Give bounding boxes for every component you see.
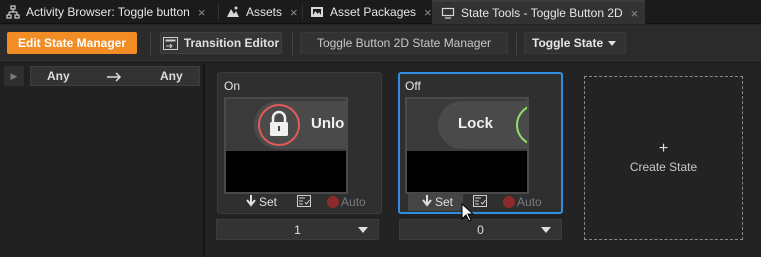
transition-editor-label: Transition Editor — [183, 36, 280, 50]
divider — [516, 33, 517, 55]
transition-to: Any — [160, 69, 183, 83]
tab-bar: Activity Browser: Toggle button × Assets… — [0, 0, 761, 24]
divider — [302, 4, 303, 20]
auto-label: Auto — [341, 195, 366, 209]
divider — [218, 4, 219, 20]
lock-icon — [258, 104, 300, 146]
divider — [150, 33, 151, 55]
arrow-right-icon — [107, 71, 123, 85]
tab-label: Asset Packages — [330, 5, 417, 19]
checklist-icon[interactable] — [297, 194, 312, 210]
chevron-down-icon — [608, 41, 616, 46]
close-icon[interactable]: × — [198, 5, 206, 20]
state-value-dropdown-off[interactable]: 0 — [399, 219, 562, 240]
checklist-icon[interactable] — [473, 194, 488, 210]
state-title: Off — [405, 79, 421, 93]
asset-packages-icon — [310, 5, 324, 19]
chevron-down-icon — [358, 227, 368, 233]
set-button[interactable]: Set — [408, 193, 464, 211]
plus-icon: + — [658, 140, 669, 157]
auto-toggle[interactable]: Auto — [503, 195, 542, 209]
create-state-label: Create State — [629, 160, 698, 174]
set-label: Set — [259, 195, 278, 209]
auto-label: Auto — [517, 195, 542, 209]
toggle-button-preview: Unlo — [254, 101, 346, 149]
auto-toggle[interactable]: Auto — [327, 195, 366, 209]
transition-any-to-any[interactable]: Any Any — [30, 66, 200, 86]
state-preview: Lock — [405, 97, 529, 194]
close-icon[interactable]: × — [631, 6, 639, 21]
state-title: On — [224, 79, 241, 93]
chevron-down-icon — [541, 227, 551, 233]
transition-from: Any — [47, 69, 70, 83]
preview-button-text: Lock — [458, 115, 494, 132]
state-value: 0 — [477, 222, 484, 237]
state-value: 1 — [294, 222, 301, 237]
transition-row[interactable]: ▶ Any Any — [4, 66, 200, 86]
assets-icon — [226, 5, 240, 19]
preview-button-text: Unlo — [311, 115, 345, 132]
expand-arrow-icon[interactable]: ▶ — [4, 66, 24, 86]
activity-browser-icon — [6, 5, 20, 19]
arrow-down-icon — [246, 194, 256, 210]
state-group-dropdown[interactable]: Toggle State — [524, 32, 626, 54]
tab-assets[interactable]: Assets × — [226, 0, 298, 24]
toggle-button-preview: Lock — [438, 101, 527, 149]
state-preview: Unlo — [224, 97, 348, 194]
transitions-panel: ▶ Any Any — [0, 64, 205, 257]
tab-label: State Tools - Toggle Button 2D — [461, 6, 623, 20]
state-manager-name-field[interactable]: Toggle Button 2D State Manager — [300, 32, 508, 54]
divider — [292, 33, 293, 55]
create-state-button[interactable]: + Create State — [584, 76, 743, 240]
close-icon[interactable]: × — [290, 5, 298, 20]
set-button[interactable]: Set — [240, 193, 283, 211]
toolbar: Edit State Manager Transition Editor Tog… — [0, 25, 761, 63]
close-icon[interactable]: × — [424, 5, 432, 20]
state-tools-icon — [441, 6, 455, 20]
tab-activity-browser[interactable]: Activity Browser: Toggle button × — [6, 0, 205, 24]
state-card-off[interactable]: Off Lock Set Auto — [398, 72, 563, 214]
state-actions: Set Auto — [405, 193, 555, 211]
tab-label: Activity Browser: Toggle button — [26, 5, 190, 19]
record-dot-icon — [503, 196, 516, 208]
edit-state-manager-button[interactable]: Edit State Manager — [7, 32, 137, 54]
state-value-dropdown-on[interactable]: 1 — [216, 219, 379, 240]
tab-state-tools[interactable]: State Tools - Toggle Button 2D × — [432, 0, 645, 24]
transition-editor-button[interactable]: Transition Editor — [160, 32, 282, 54]
transition-editor-icon — [162, 36, 178, 50]
tab-label: Assets — [246, 5, 283, 19]
state-group-label: Toggle State — [532, 36, 604, 50]
set-label: Set — [435, 195, 454, 209]
record-dot-icon — [327, 196, 340, 208]
tab-asset-packages[interactable]: Asset Packages × — [310, 0, 432, 24]
state-actions: Set Auto — [224, 193, 374, 211]
arrow-down-icon — [422, 194, 432, 210]
mouse-cursor-icon — [461, 203, 474, 222]
state-card-on[interactable]: On Unlo Set Auto — [217, 72, 382, 214]
unlock-icon — [516, 106, 527, 144]
